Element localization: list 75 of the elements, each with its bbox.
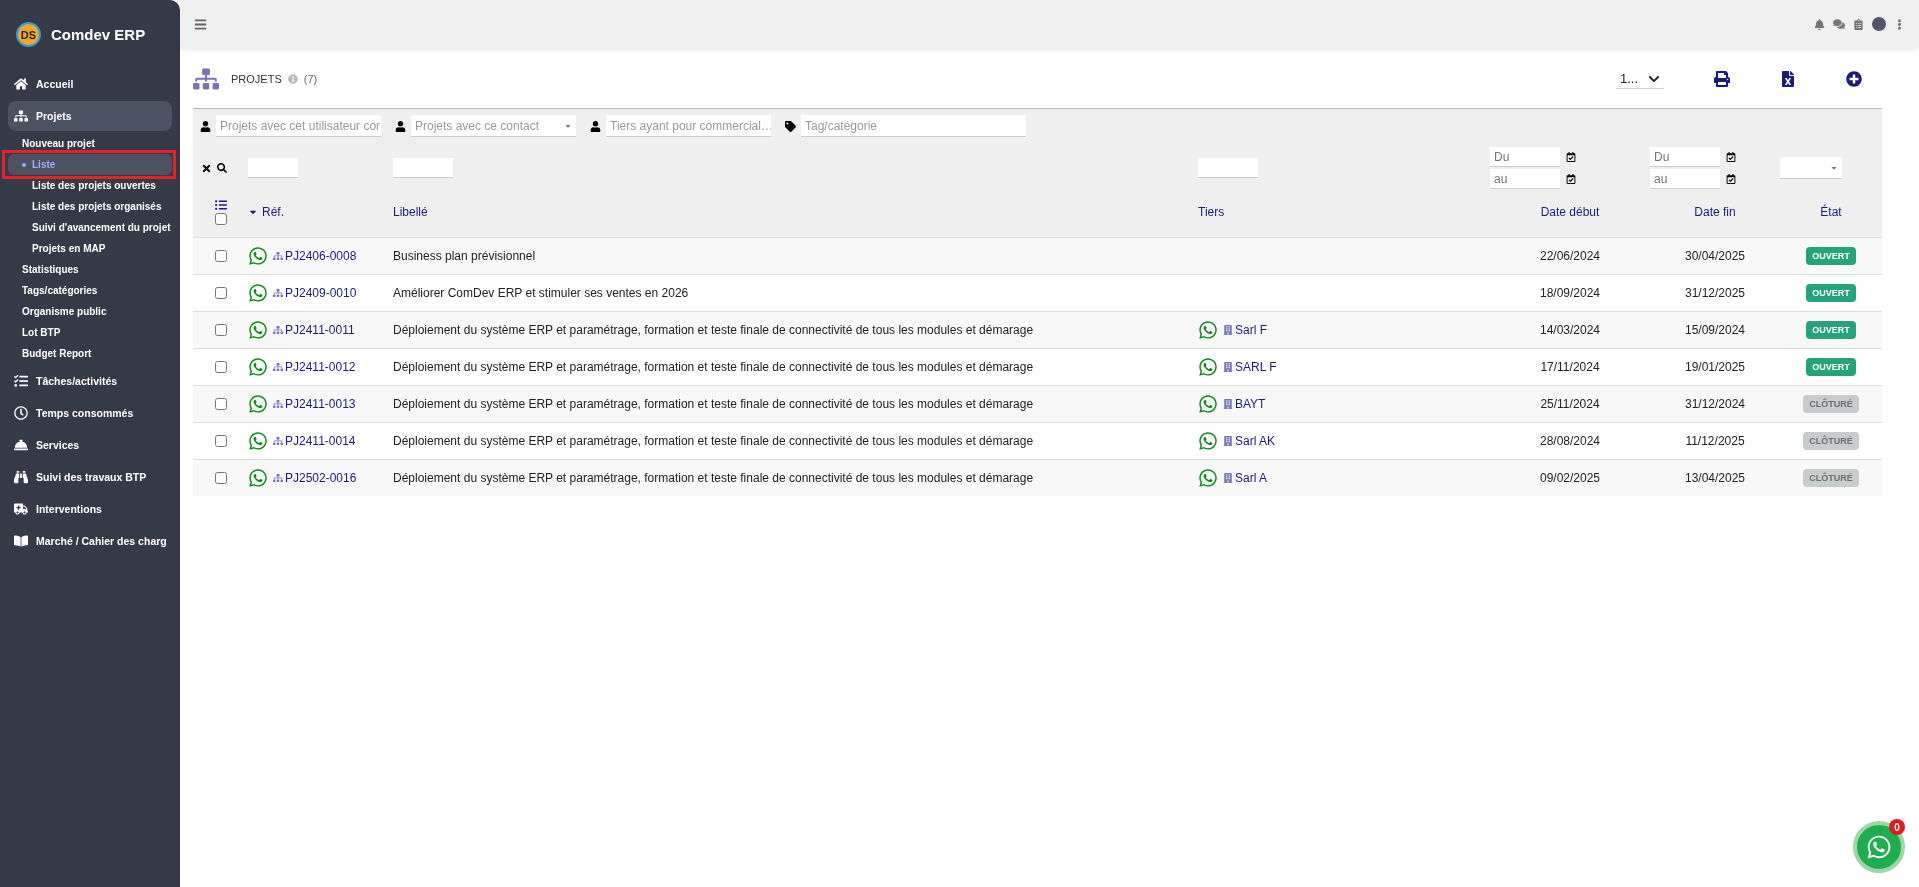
table-cell-text: 18/09/2024 bbox=[1538, 286, 1602, 300]
sidebar-item[interactable]: Interventions bbox=[8, 494, 172, 524]
table-cell-text: Déploiement du système ERP et paramétrage, formation et teste finale de connectivité de tous les modules et démarage bbox=[393, 434, 1035, 448]
page-title: PROJETS bbox=[231, 73, 282, 85]
date-field[interactable]: Du bbox=[1490, 147, 1560, 167]
sidebar-subitem[interactable]: Tags/catégories bbox=[8, 280, 172, 301]
table-cell-text: Déploiement du système ERP et paramétrage, formation et teste finale de connectivité de tous les modules et démarage bbox=[393, 360, 1035, 374]
project-ref-link[interactable]: PJ2411-0013 bbox=[273, 397, 356, 411]
column-header[interactable]: Libellé bbox=[393, 205, 1198, 219]
logo: DS bbox=[16, 22, 41, 47]
table-cell-text: 09/02/2025 bbox=[1538, 471, 1602, 485]
table-cell-text: 31/12/2025 bbox=[1683, 286, 1747, 300]
status-badge: OUVERT bbox=[1806, 358, 1856, 376]
status-badge: OUVERT bbox=[1806, 284, 1856, 302]
project-ref-link[interactable]: PJ2411-0012 bbox=[273, 360, 356, 374]
table-cell-text: 14/03/2024 bbox=[1538, 323, 1602, 337]
sidebar-item[interactable]: Projets bbox=[8, 101, 172, 131]
table-cell-text: Déploiement du système ERP et paramétrage, formation et teste finale de connectivité de tous les modules et démarage bbox=[393, 323, 1035, 337]
table-cell-text: 13/04/2025 bbox=[1683, 471, 1747, 485]
sidebar-subitem[interactable]: Projets en MAP bbox=[8, 238, 172, 259]
column-header[interactable]: Réf. bbox=[248, 205, 393, 219]
column-header[interactable]: État bbox=[1780, 205, 1882, 219]
sidebar-subitem[interactable]: Suivi d'avancement du projet bbox=[8, 217, 172, 238]
notification-badge: 0 bbox=[1889, 819, 1905, 835]
company-link[interactable]: Sarl AK bbox=[1223, 434, 1276, 448]
table-cell-text: 17/11/2024 bbox=[1539, 360, 1601, 374]
table-cell-text: 30/04/2025 bbox=[1683, 249, 1747, 263]
sidebar-subitem[interactable]: Statistiques bbox=[8, 259, 172, 280]
per-page-select[interactable]: 1... bbox=[1615, 69, 1664, 89]
table-cell-text: 31/12/2024 bbox=[1683, 397, 1747, 411]
company-link[interactable]: Sarl F bbox=[1223, 323, 1267, 337]
column-header[interactable]: Tiers bbox=[1198, 205, 1490, 219]
project-ref-link[interactable]: PJ2411-0014 bbox=[273, 434, 356, 448]
sidebar-item[interactable]: Temps consommés bbox=[8, 398, 172, 428]
sidebar-subitem[interactable]: Nouveau projet bbox=[8, 133, 172, 154]
company-link[interactable]: BAYT bbox=[1223, 397, 1266, 411]
company-link[interactable]: Sarl A bbox=[1223, 471, 1267, 485]
status-badge: OUVERT bbox=[1806, 247, 1856, 265]
table-cell-text: Business plan prévisionnel bbox=[393, 249, 537, 263]
date-field[interactable]: Du bbox=[1650, 147, 1720, 167]
status-badge: CLÔTURÉ bbox=[1803, 432, 1859, 450]
status-badge: OUVERT bbox=[1806, 321, 1856, 339]
project-ref-link[interactable]: PJ2409-0010 bbox=[273, 286, 357, 300]
project-ref-link[interactable]: PJ2502-0016 bbox=[273, 471, 357, 485]
company-link[interactable]: SARL F bbox=[1223, 360, 1277, 374]
sidebar-item[interactable]: Tâches/activités bbox=[8, 366, 172, 396]
table-cell-text: 19/01/2025 bbox=[1683, 360, 1747, 374]
whatsapp-chat-button[interactable]: 0 bbox=[1853, 821, 1905, 873]
sidebar-subitem[interactable]: Liste des projets ouvertes bbox=[8, 175, 172, 196]
column-header[interactable]: Date début bbox=[1490, 205, 1650, 219]
table-cell-text: 11/12/2025 bbox=[1684, 434, 1746, 448]
project-ref-link[interactable]: PJ2406-0008 bbox=[273, 249, 357, 263]
sidebar-item[interactable]: Suivi des travaux BTP bbox=[8, 462, 172, 492]
table-cell-text: 22/06/2024 bbox=[1538, 249, 1602, 263]
table-cell-text: 25/11/2024 bbox=[1539, 397, 1601, 411]
column-header[interactable]: Date fin bbox=[1650, 205, 1780, 219]
status-badge: CLÔTURÉ bbox=[1803, 395, 1859, 413]
sidebar-item[interactable]: Marché / Cahier des charg bbox=[8, 526, 172, 556]
sidebar-subitem[interactable]: Organisme public bbox=[8, 301, 172, 322]
date-field[interactable]: au bbox=[1490, 169, 1560, 189]
table-cell-text: Améliorer ComDev ERP et stimuler ses ventes en 2026 bbox=[393, 286, 690, 300]
app-name: Comdev ERP bbox=[51, 26, 146, 43]
table-cell-text: Déploiement du système ERP et paramétrage, formation et teste finale de connectivité de tous les modules et démarage bbox=[393, 397, 1035, 411]
table-cell-text: 15/09/2024 bbox=[1683, 323, 1747, 337]
date-field[interactable]: au bbox=[1650, 169, 1720, 189]
table-cell-text: Déploiement du système ERP et paramétrage, formation et teste finale de connectivité de tous les modules et démarage bbox=[393, 471, 1035, 485]
sidebar-item[interactable]: Services bbox=[8, 430, 172, 460]
sidebar-subitem[interactable]: Liste des projets organisés bbox=[8, 196, 172, 217]
sidebar-subitem[interactable]: Budget Report bbox=[8, 343, 172, 364]
table-cell-text: 28/08/2024 bbox=[1538, 434, 1602, 448]
sidebar-item[interactable]: Accueil bbox=[8, 69, 172, 99]
status-badge: CLÔTURÉ bbox=[1803, 469, 1859, 487]
sidebar-subitem[interactable]: Lot BTP bbox=[8, 322, 172, 343]
project-ref-link[interactable]: PJ2411-0011 bbox=[273, 323, 355, 337]
project-count: (7) bbox=[303, 73, 318, 85]
